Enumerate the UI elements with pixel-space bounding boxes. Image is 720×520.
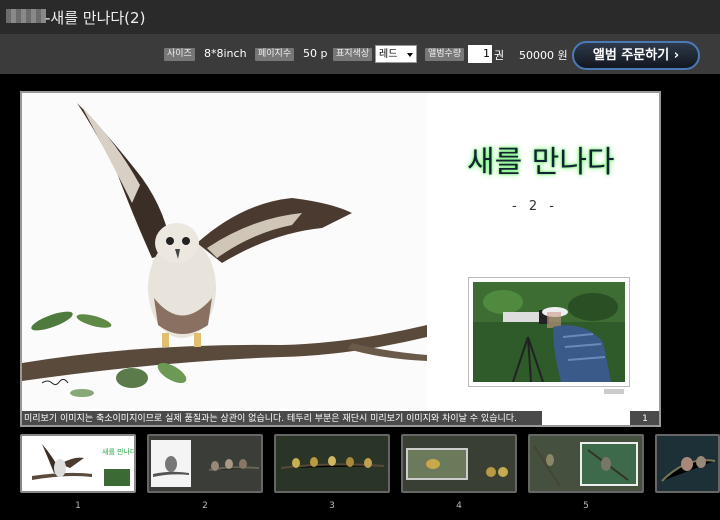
thumbnail-number: 1 — [75, 501, 81, 511]
thumbnail-number: 3 — [329, 501, 335, 511]
thumbnail-4[interactable] — [401, 434, 517, 493]
size-label: 사이즈 — [164, 48, 195, 61]
cover-color-label: 표지색상 — [333, 48, 373, 61]
thumbnail-image: 새를 만나다 — [22, 436, 134, 491]
title-bar: -새를 만나다(2) — [0, 0, 720, 34]
thumbnail-3[interactable] — [274, 434, 390, 493]
album-qty-input[interactable]: 1 — [468, 45, 492, 63]
pages-label: 페이지수 — [255, 48, 295, 61]
thumbnail-number: 4 — [456, 501, 462, 511]
thumbnail-1[interactable]: 새를 만나다 — [20, 434, 136, 493]
qty-unit: 권 — [494, 49, 505, 62]
thumbnail-image — [530, 436, 642, 491]
page-number: 1 — [630, 411, 659, 425]
album-qty-label: 앨범수량 — [425, 48, 465, 61]
thumbnail-2[interactable] — [147, 434, 263, 493]
photographer-photo-frame — [468, 277, 630, 387]
cover-color-select[interactable]: 레드 — [375, 45, 417, 63]
blurred-author-name — [6, 9, 46, 23]
album-title: -새를 만나다(2) — [45, 9, 146, 27]
price: 50000 원 — [519, 49, 568, 62]
cover-color-value: 레드 — [379, 49, 398, 60]
preview-notice: 미리보기 이미지는 축소이미지이므로 실제 품질과는 상관이 없습니다. 테두리… — [22, 411, 542, 425]
thumbnail-image — [149, 436, 261, 491]
size-value: 8*8inch — [204, 47, 247, 60]
hawk-photo — [22, 93, 427, 409]
photographer-photo — [473, 282, 625, 383]
thumbnail-image — [276, 436, 388, 491]
book-subtitle: - 2 - — [512, 199, 558, 214]
thumbnail-5[interactable] — [528, 434, 644, 493]
book-title: 새를 만나다 — [467, 145, 615, 180]
pages-value: 50 p — [303, 47, 328, 60]
chevron-down-icon — [407, 53, 413, 57]
order-album-button[interactable]: 앨범 주문하기 › — [572, 41, 700, 70]
thumbnail-image — [403, 436, 515, 491]
svg-text:새를 만나다: 새를 만나다 — [102, 447, 134, 456]
thumbnail-number: 5 — [583, 501, 589, 511]
thumbnail-number: 2 — [202, 501, 208, 511]
thumbnail-image — [657, 436, 718, 491]
thumbnail-6[interactable] — [655, 434, 720, 493]
order-toolbar: 사이즈 8*8inch 페이지수 50 p 표지색상 레드 앨범수량 1 권 5… — [0, 34, 720, 74]
inset-caption-mark — [604, 389, 624, 394]
album-page-preview: 새를 만나다 - 2 - 미리보기 이미지는 축소이미지이므로 실제 품질과는 … — [20, 91, 661, 427]
